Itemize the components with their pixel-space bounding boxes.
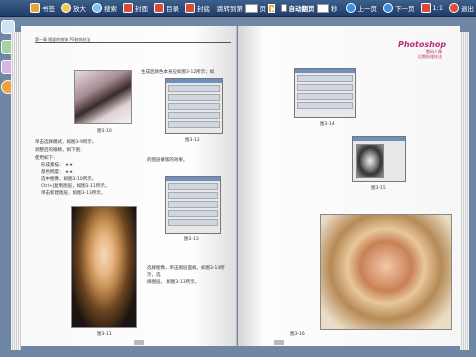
next-page-button[interactable]: 下一页 [381,2,417,15]
page-number [134,340,144,345]
exit-icon [449,3,459,13]
seconds-label: 秒 [331,5,338,13]
exit-button[interactable]: 退出 [447,2,476,15]
zoom-in-icon [61,3,71,13]
header-rule [35,42,231,43]
body-text: 择图层。 如图3-13所示。 [147,280,200,285]
book-spread: 第一章 眼部的修饰 PS修饰技法 图3-10 生成后颜色本身应如图3-12所示；… [8,26,470,354]
tone-preview [356,144,384,178]
back-cover-label: 封底 [197,5,210,13]
blonde-portrait-photo [71,206,137,328]
right-page[interactable]: Photoshop 数码人像 后期处理技法 图3-14 图3-15 图3-16 [238,26,460,346]
page-stack-right [460,32,469,350]
toc-button[interactable]: 目录 [152,2,181,15]
figure-caption: 图3-12 [185,138,200,143]
zoom-in-button[interactable]: 放大 [59,2,88,15]
search-label: 搜索 [104,5,117,13]
cover-label: 封面 [135,5,148,13]
prev-page-label: 上一页 [357,5,378,13]
eye-makeup-photo [74,70,132,124]
search-icon [92,3,102,13]
body-text: 单击选择模式，如图3-9所示， [35,140,97,145]
bookmark-icon [30,3,40,13]
zoom-in-label: 放大 [73,5,86,13]
list-label: 形成素描： [41,163,64,168]
list-title: 使用如下： [35,156,58,161]
go-button[interactable] [268,3,275,13]
left-page[interactable]: 第一章 眼部的修饰 PS修饰技法 图3-10 生成后颜色本身应如图3-12所示；… [21,26,237,346]
jump-page-input[interactable] [245,3,258,13]
figure-caption: 图3-16 [290,332,305,337]
exit-label: 退出 [461,5,474,13]
list-item: 基色明度： ★★ [41,170,73,177]
list-item: 选中图像，如图3-10所示。 [41,177,97,182]
list-item: 形成素描： ★★ [41,163,73,170]
arrow-right-icon [383,3,394,13]
figure-caption: 图3-11 [97,332,112,337]
bookmark-label: 书签 [42,5,55,13]
rating-stars: ★★ [64,170,74,175]
back-cover-button[interactable]: 封底 [183,2,212,15]
list-item: Ctrl+J复制图层，如图3-11所示。 [41,184,110,189]
actual-size-icon [420,3,431,13]
body-text: 生成后颜色本身应如图3-12所示；如 [141,70,215,75]
jump-label: 跳转到第 [217,5,243,13]
rating-stars: ★★ [64,163,74,168]
filter-dialog-screenshot [352,136,406,182]
auto-turn-checkbox[interactable] [280,4,287,12]
list-item: 单击新建图层，如图3-13所示。 [41,191,106,196]
bookmark-button[interactable]: 书签 [28,2,57,15]
arrow-left-icon [345,3,356,13]
auto-turn-label: 自动翻页 [288,5,315,13]
search-button[interactable]: 搜索 [90,2,119,15]
actual-size-button[interactable]: 1:1 [419,2,445,15]
prev-page-button[interactable]: 上一页 [344,2,380,15]
blonde-portrait-photo [320,214,452,330]
body-text: 选择图像，单击图层面板。如图3-14所示，选 [147,266,225,278]
next-page-label: 下一页 [395,5,415,13]
page-unit-label: 页 [259,5,267,13]
actual-size-label: 1:1 [432,4,443,12]
logo-subtitle-line: 后期处理技法 [418,53,442,59]
figure-caption: 图3-14 [320,122,335,127]
list-label: 基色明度： [41,170,64,175]
toc-icon [154,3,164,13]
logo-subtitle: 数码人像 后期处理技法 [402,49,442,59]
layers-panel-screenshot [165,176,221,234]
page-number [274,340,284,345]
cover-button[interactable]: 封面 [121,2,150,15]
body-text: 的图层蒙版的效果。 [147,158,188,163]
layers-panel-screenshot [294,68,356,118]
photoshop-logo: Photoshop [398,40,447,49]
toolbar: 书签 放大 搜索 封面 目录 封底 跳转到第 页 自动翻页 秒 上一页 下一页 … [0,0,476,17]
cover-icon [123,3,133,13]
back-cover-icon [185,3,195,13]
figure-caption: 图3-13 [184,237,199,242]
auto-seconds-input[interactable] [316,3,330,13]
body-text: 调整后的眼睛，如下图： [35,148,85,153]
layers-panel-screenshot [165,78,223,134]
toc-label: 目录 [166,5,179,13]
figure-caption: 图3-10 [97,129,112,134]
page-stack-left [11,32,21,350]
figure-caption: 图3-15 [371,186,386,191]
